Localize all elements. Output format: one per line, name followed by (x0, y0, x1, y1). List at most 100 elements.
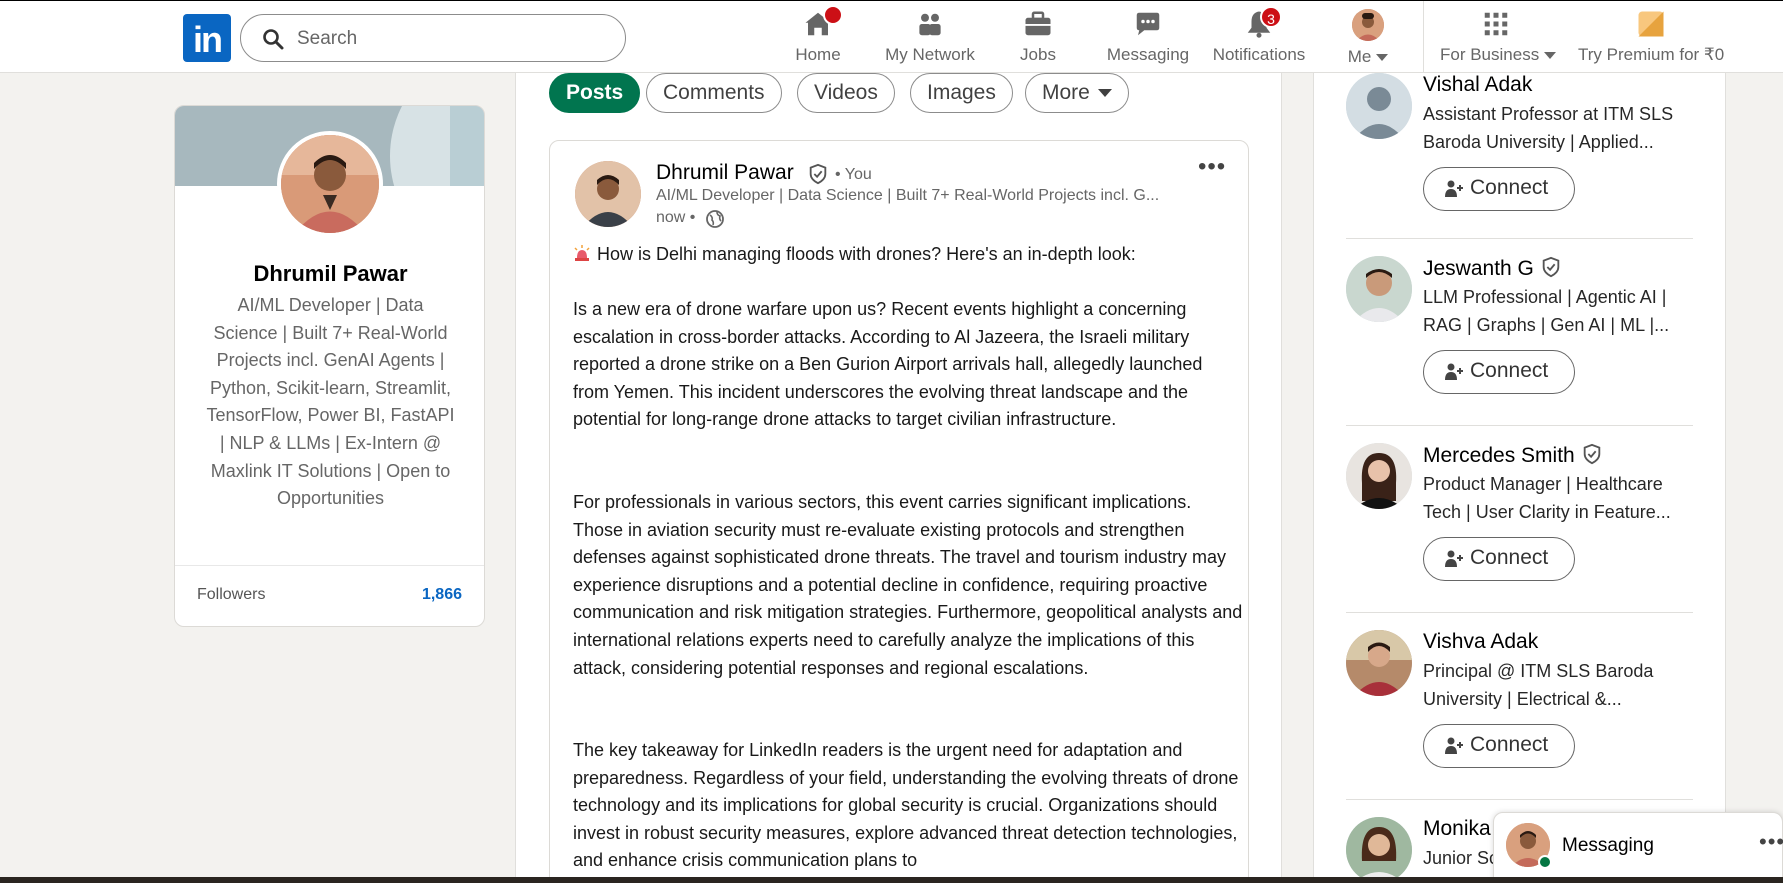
search-bar[interactable] (240, 14, 626, 62)
suggestion-card: Vishva Adak Principal @ ITM SLS Baroda U… (1346, 630, 1693, 770)
taskbar-edge (0, 877, 1783, 883)
nav-notifications-label: Notifications (1212, 45, 1306, 64)
nav-try-premium[interactable]: Try Premium for ₹0 (1578, 9, 1725, 69)
verified-icon (1542, 256, 1560, 278)
nav-jobs-label: Jobs (1020, 45, 1056, 64)
post-paragraph: Is a new era of drone warfare upon us? R… (573, 299, 1203, 430)
online-status-dot (1538, 855, 1552, 869)
you-tag: • You (835, 166, 872, 183)
connect-label: Connect (1470, 176, 1549, 199)
search-icon (263, 29, 284, 50)
tab-more-label: More (1042, 81, 1090, 104)
add-person-icon (1445, 550, 1463, 567)
post-author-name[interactable]: Dhrumil Pawar (656, 161, 794, 185)
suggestion-name[interactable]: Monika (1423, 817, 1491, 841)
divider (1346, 799, 1693, 800)
profile-card: Dhrumil Pawar AI/ML Developer | Data Sci… (174, 105, 485, 627)
tab-more[interactable]: More (1025, 73, 1129, 113)
profile-headline: AI/ML Developer | Data Science | Built 7… (206, 295, 455, 509)
nav-home[interactable]: Home (793, 5, 843, 69)
post-paragraph: How is Delhi managing floods with drones… (597, 244, 1136, 264)
followers-label: Followers (197, 586, 266, 603)
suggestion-name[interactable]: Mercedes Smith (1423, 444, 1575, 467)
tab-comments[interactable]: Comments (646, 73, 782, 113)
suggestion-avatar[interactable] (1346, 630, 1412, 696)
avatar (1352, 9, 1384, 41)
divider (1346, 612, 1693, 613)
nav-me-label: Me (1347, 47, 1372, 66)
divider (1346, 425, 1693, 426)
profile-name[interactable]: Dhrumil Pawar (175, 261, 484, 287)
suggestion-name[interactable]: Jeswanth G (1423, 257, 1534, 280)
top-nav: in Home My Network Jobs Messaging 3 (0, 0, 1783, 74)
add-person-icon (1445, 737, 1463, 754)
nav-my-network[interactable]: My Network (880, 9, 980, 69)
chevron-down-icon (1097, 89, 1112, 98)
linkedin-logo-icon[interactable]: in (183, 14, 231, 62)
nav-try-premium-label: Try Premium for ₹0 (1578, 45, 1725, 64)
messaging-dock[interactable]: Messaging ••• (1493, 812, 1783, 883)
connect-label: Connect (1470, 733, 1549, 756)
profile-avatar[interactable] (277, 131, 383, 237)
suggestion-avatar[interactable] (1346, 256, 1412, 322)
suggestion-card: Jeswanth G LLM Professional | Agentic AI… (1346, 256, 1693, 396)
connect-label: Connect (1470, 359, 1549, 382)
suggestion-card: Mercedes Smith Product Manager | Healthc… (1346, 443, 1693, 583)
add-person-icon (1445, 180, 1463, 197)
grid-icon (1481, 9, 1511, 39)
notifications-badge: 3 (1260, 6, 1282, 28)
verified-icon (1583, 443, 1600, 465)
premium-icon (1636, 9, 1666, 39)
tab-images[interactable]: Images (910, 73, 1013, 113)
tab-posts[interactable]: Posts (549, 73, 641, 113)
home-dot-badge (823, 5, 843, 25)
suggestion-headline: LLM Professional | Agentic AI | RAG | Gr… (1423, 287, 1670, 335)
suggestion-name[interactable]: Vishva Adak (1423, 630, 1538, 654)
post-author-avatar[interactable] (575, 161, 641, 227)
suggestion-headline: Product Manager | Healthcare Tech | User… (1423, 474, 1671, 522)
nav-jobs[interactable]: Jobs (1013, 9, 1063, 69)
connect-button[interactable]: Connect (1423, 724, 1575, 768)
messaging-icon (1133, 9, 1163, 39)
suggestion-card: Vishal Adak Assistant Professor at ITM S… (1346, 73, 1693, 213)
suggestion-headline: Assistant Professor at ITM SLS Baroda Un… (1423, 104, 1674, 152)
tab-videos[interactable]: Videos (797, 73, 895, 113)
nav-messaging-label: Messaging (1106, 45, 1190, 64)
briefcase-icon (1023, 9, 1053, 39)
followers-count[interactable]: 1,866 (422, 586, 462, 604)
more-options-icon[interactable]: ••• (1198, 155, 1226, 181)
globe-icon (706, 210, 724, 228)
bell-icon: 3 (1244, 6, 1282, 39)
post-card: Dhrumil Pawar • You AI/ML Developer | Da… (549, 140, 1249, 883)
nav-me[interactable]: Me (1340, 9, 1396, 69)
search-input[interactable] (297, 25, 597, 53)
siren-icon (574, 245, 590, 261)
nav-home-label: Home (795, 45, 841, 64)
connect-button[interactable]: Connect (1423, 350, 1575, 394)
suggestion-avatar[interactable] (1346, 73, 1412, 139)
chevron-down-icon (1376, 54, 1389, 62)
messaging-label: Messaging (1562, 835, 1654, 856)
verified-icon (809, 163, 827, 185)
divider (175, 565, 484, 566)
post-author-headline: AI/ML Developer | Data Science | Built 7… (656, 187, 1160, 204)
home-icon (803, 5, 843, 39)
more-options-icon[interactable]: ••• (1759, 829, 1783, 855)
suggestion-headline: Principal @ ITM SLS Baroda University | … (1423, 661, 1654, 709)
divider (1346, 238, 1693, 239)
chevron-down-icon (1544, 52, 1557, 60)
connect-label: Connect (1470, 546, 1549, 569)
nav-divider (1423, 1, 1424, 74)
nav-notifications[interactable]: 3 Notifications (1212, 6, 1306, 69)
suggestion-name[interactable]: Vishal Adak (1423, 73, 1532, 97)
suggestion-avatar[interactable] (1346, 817, 1412, 877)
nav-messaging[interactable]: Messaging (1100, 9, 1196, 69)
nav-for-business-label: For Business (1440, 45, 1540, 64)
connect-button[interactable]: Connect (1423, 537, 1575, 581)
connect-button[interactable]: Connect (1423, 167, 1575, 211)
nav-for-business[interactable]: For Business (1440, 9, 1557, 69)
post-paragraph: For professionals in various sectors, th… (573, 492, 1243, 678)
network-icon (915, 9, 945, 39)
suggestion-avatar[interactable] (1346, 443, 1412, 509)
nav-my-network-label: My Network (885, 45, 975, 64)
